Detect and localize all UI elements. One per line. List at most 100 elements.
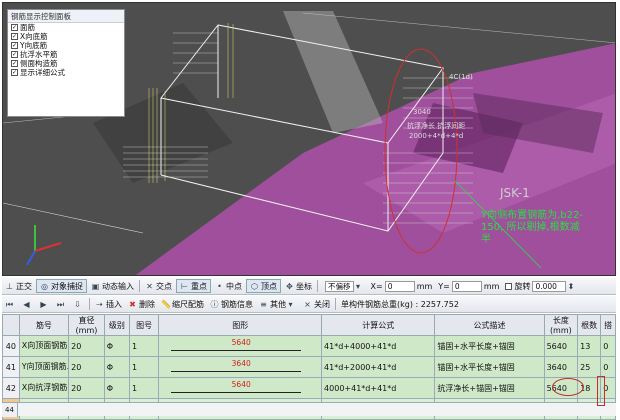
table-row-empty[interactable]: 44	[2, 402, 616, 417]
checkbox-icon[interactable]: ✓	[11, 42, 18, 49]
lap-cell[interactable]: 0	[600, 356, 616, 378]
quantity-cell[interactable]: 25	[577, 356, 602, 378]
coordinate-icon: ✥	[286, 281, 293, 291]
shape-cell[interactable]: 5640	[158, 377, 323, 399]
col-header[interactable]: 筋号	[18, 314, 70, 336]
shape-cell[interactable]: 3640	[158, 356, 323, 378]
formula-desc-label: 抗浮净长 抗浮间距	[407, 122, 466, 130]
y-label: Y=	[438, 281, 450, 291]
figure-no-cell[interactable]: 1	[128, 335, 160, 357]
quantity-cell[interactable]: 13	[577, 335, 602, 357]
col-header[interactable]: 直径(mm)	[68, 314, 105, 336]
table-row[interactable]: 40 X向顶面钢筋.1 20 Φ 1 5640 41*d+4000+41*d 锚…	[2, 335, 616, 357]
nav-next-button[interactable]: ▶	[36, 297, 53, 311]
bar-name[interactable]: X向抗浮钢筋.1	[18, 377, 70, 399]
figure-no-cell[interactable]: 1	[128, 377, 160, 399]
description-cell[interactable]: 锚固+水平长度+锚固	[434, 356, 545, 378]
grade-cell[interactable]: Φ	[103, 377, 130, 399]
other-icon: ≡	[260, 299, 267, 309]
col-header[interactable]: 长度(mm)	[543, 314, 579, 336]
vertex-button[interactable]: ⬡ 顶点	[246, 279, 281, 293]
close-icon: ×	[304, 299, 311, 309]
button-label: 正交	[16, 281, 32, 291]
x-input[interactable]: 0	[384, 280, 415, 292]
checkbox-icon[interactable]: ✓	[11, 33, 18, 40]
3d-viewport[interactable]: 4C(1d) 3040 抗浮净长 抗浮间距 2000+4*d+4*d JSK-1…	[2, 2, 616, 276]
scale-rebar-button[interactable]: 📏 缩尺配筋	[158, 297, 207, 311]
perpendicular-button[interactable]: ⊢ 重点	[176, 279, 211, 293]
intersection-button[interactable]: ✕ 交点	[142, 279, 175, 293]
y-coordinate: Y= 0 mm	[435, 279, 502, 293]
checkbox-icon[interactable]: ✓	[11, 60, 18, 67]
grade-cell[interactable]: Φ	[103, 356, 130, 378]
checkbox-icon[interactable]: ✓	[11, 69, 18, 76]
col-header[interactable]: 公式描述	[434, 314, 545, 336]
col-header[interactable]: 搭	[600, 314, 616, 336]
diameter-cell[interactable]: 20	[68, 377, 105, 399]
rebar-info-button[interactable]: ⓘ 钢筋信息	[207, 297, 256, 311]
button-label: 动态输入	[102, 281, 134, 291]
shape-cell[interactable]: 5640	[158, 335, 323, 357]
close-button[interactable]: × 关闭	[300, 297, 333, 311]
length-cell[interactable]: 5640	[543, 335, 579, 357]
formula-cell[interactable]: 41*d+2000+41*d	[321, 356, 436, 378]
option-top-bar[interactable]: ✓ 面筋	[8, 23, 124, 32]
option-anti-float[interactable]: ✓ 抗浮水平筋	[8, 50, 124, 59]
y-input[interactable]: 0	[451, 280, 482, 292]
description-cell[interactable]: 锚固+水平长度+锚固	[434, 335, 545, 357]
col-header[interactable]: 计算公式	[321, 314, 436, 336]
col-header[interactable]: 级别	[103, 314, 130, 336]
next-icon: ▶	[40, 299, 47, 309]
midpoint-button[interactable]: • 中点	[212, 279, 245, 293]
checkbox-icon[interactable]: ✓	[11, 51, 18, 58]
rotate-input[interactable]: 0.000	[532, 280, 567, 292]
coordinate-button[interactable]: ✥ 坐标	[282, 279, 315, 293]
object-snap-button[interactable]: ◎ 对象捕捉	[36, 279, 87, 293]
button-label: 重点	[191, 281, 207, 291]
nav-last-button[interactable]: ⏭	[53, 297, 70, 311]
bar-name[interactable]: Y向顶面钢筋.1	[18, 356, 70, 378]
checkbox-icon[interactable]: ✓	[11, 24, 18, 31]
row-number[interactable]: 44	[2, 403, 18, 417]
rotate-checkbox[interactable]	[505, 282, 513, 290]
row-number[interactable]: 42	[2, 377, 20, 399]
table-row[interactable]: 41 Y向顶面钢筋.1 20 Φ 1 3640 41*d+2000+41*d 锚…	[2, 356, 616, 378]
nav-first-button[interactable]: ⏮	[2, 297, 19, 311]
other-button[interactable]: ≡ 其他 ▾	[256, 297, 300, 311]
lap-cell[interactable]: 0	[600, 335, 616, 357]
col-header[interactable]: 图形	[158, 314, 323, 336]
col-header[interactable]: 图号	[128, 314, 160, 336]
option-x-bottom[interactable]: ✓ X向底筋	[8, 32, 124, 41]
formula-cell[interactable]: 4000+41*d+41*d	[321, 377, 436, 399]
table-row[interactable]: 42 X向抗浮钢筋.1 20 Φ 1 5640 4000+41*d+41*d 抗…	[2, 377, 616, 399]
table-header: 筋号 直径(mm) 级别 图号 图形 计算公式 公式描述 长度(mm) 根数 搭	[2, 314, 616, 336]
diameter-cell[interactable]: 20	[68, 356, 105, 378]
row-number[interactable]: 40	[2, 335, 20, 357]
col-header[interactable]: 根数	[577, 314, 602, 336]
option-y-bottom[interactable]: ✓ Y向底筋	[8, 41, 124, 50]
ortho-button[interactable]: ⊥ 正交	[2, 279, 35, 293]
shape-value: 3640	[231, 358, 251, 368]
divider	[89, 298, 90, 310]
offset-select[interactable]: 不偏移 ▾	[320, 279, 368, 293]
formula-cell[interactable]: 41*d+4000+41*d	[321, 335, 436, 357]
option-label: 侧面构造筋	[20, 59, 58, 68]
grade-cell[interactable]: Φ	[103, 335, 130, 357]
length-cell[interactable]: 3640	[543, 356, 579, 378]
dynamic-input-button[interactable]: ▣ 动态输入	[88, 279, 137, 293]
button-label: 关闭	[314, 299, 330, 309]
bar-name[interactable]: X向顶面钢筋.1	[18, 335, 70, 357]
spinner-icon[interactable]: ⬍	[566, 282, 575, 291]
diameter-cell[interactable]: 20	[68, 335, 105, 357]
figure-no-cell[interactable]: 1	[128, 356, 160, 378]
option-show-formula[interactable]: ✓ 显示详细公式	[8, 68, 124, 77]
description-cell[interactable]: 抗浮净长+锚固+锚固	[434, 377, 545, 399]
move-down-button[interactable]: ⇩	[70, 297, 87, 311]
row-number[interactable]: 41	[2, 356, 20, 378]
nav-prev-button[interactable]: ◀	[19, 297, 36, 311]
option-side-bar[interactable]: ✓ 侧面构造筋	[8, 59, 124, 68]
insert-button[interactable]: ⇢ 插入	[92, 297, 125, 311]
insert-icon: ⇢	[96, 299, 103, 309]
dimension-label: 4C(1d)	[449, 73, 473, 81]
delete-button[interactable]: ✖ 删除	[125, 297, 158, 311]
